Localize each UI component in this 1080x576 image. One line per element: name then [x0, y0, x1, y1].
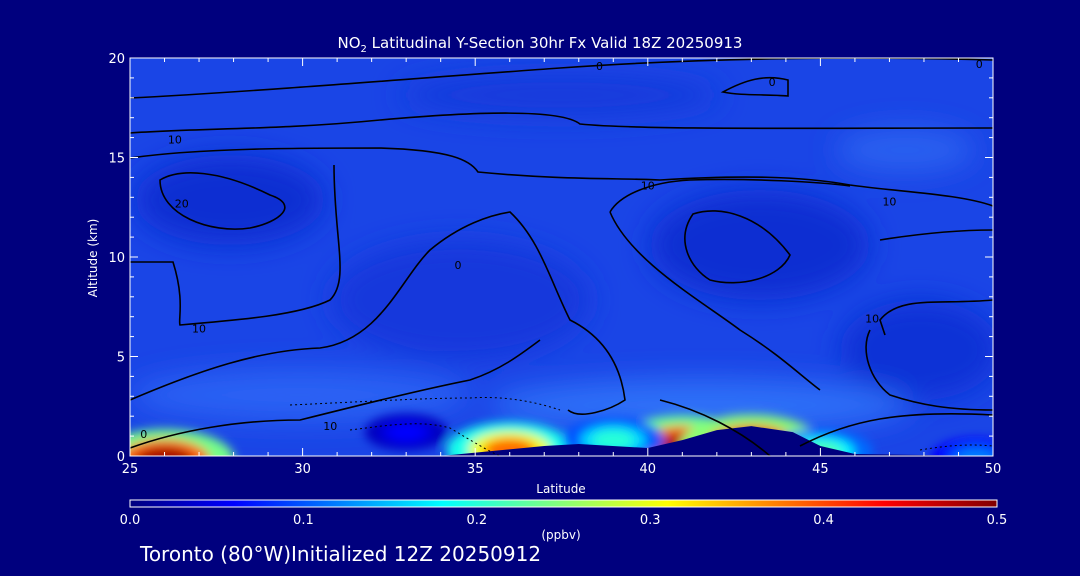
plot-area: 0 0 0 10 20 10 10 0 10 10 10 0	[130, 58, 993, 456]
contour-label: 10	[192, 323, 206, 336]
x-tick-label: 35	[467, 462, 484, 477]
station-label: Toronto (80°W)	[140, 542, 292, 566]
contour-label: 10	[641, 179, 655, 192]
contour-label: 10	[323, 420, 337, 433]
colorbar-unit: (ppbv)	[541, 528, 581, 542]
plume-core	[137, 446, 192, 456]
colorbar-tick-label: 0.0	[120, 513, 141, 528]
plume-core	[389, 424, 424, 440]
y-tick-label: 10	[108, 251, 125, 266]
contour-label: 10	[882, 195, 896, 208]
contour-label: 0	[976, 58, 983, 71]
x-tick-label: 45	[812, 462, 829, 477]
colorbar-tick-label: 0.4	[813, 513, 834, 528]
initialized-label: Initialized 12Z 20250912	[291, 542, 542, 566]
plume-halo	[930, 437, 993, 456]
chart-title: NO2 Latitudinal Y-Section 30hr Fx Valid …	[337, 34, 743, 55]
colorbar-tick-label: 0.3	[640, 513, 661, 528]
y-tick-label: 0	[117, 450, 125, 465]
colorbar	[129, 499, 998, 508]
contour-label: 10	[168, 134, 182, 147]
colorbar-tick-label: 0.1	[293, 513, 314, 528]
y-tick-label: 15	[108, 152, 125, 167]
x-tick-label: 40	[640, 462, 657, 477]
colorbar-tick-label: 0.5	[987, 513, 1008, 528]
x-tick-label: 30	[294, 462, 311, 477]
contour-label: 20	[175, 197, 189, 210]
contour-label: 0	[140, 428, 147, 441]
x-tick-label: 50	[985, 462, 1002, 477]
colorbar-tick-label: 0.2	[466, 513, 487, 528]
contour-label: 10	[865, 313, 879, 326]
y-tick-label: 5	[117, 351, 125, 366]
y-axis-label: Altitude (km)	[86, 218, 100, 298]
x-axis-label: Latitude	[536, 482, 586, 496]
contour-label: 0	[454, 259, 461, 272]
footer-caption: Toronto (80°W)Initialized 12Z 20250912	[140, 542, 541, 566]
contour-label: 0	[596, 60, 603, 73]
plume-halo	[130, 429, 234, 456]
contour-label: 0	[769, 76, 776, 89]
colorbar-ticks: 0.0 0.1 0.2 0.3 0.4 0.5	[120, 513, 1008, 528]
